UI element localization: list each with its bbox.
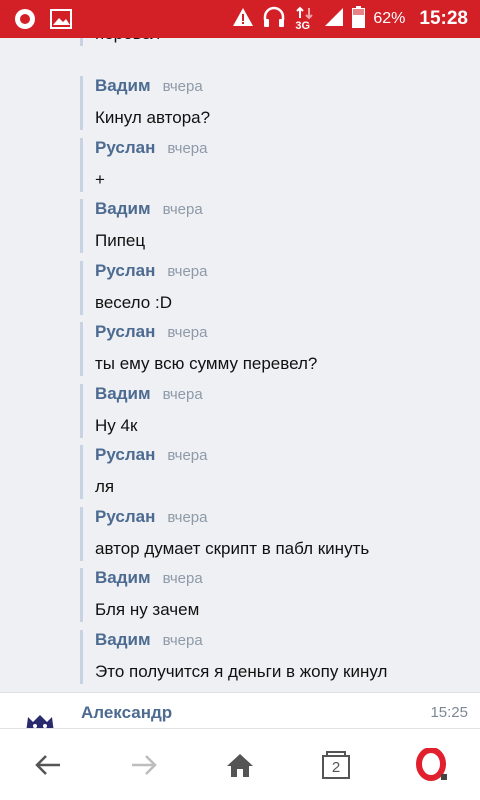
clock: 15:28 xyxy=(419,8,468,29)
chat-message[interactable]: Руслан вчера автор думает скрипт в пабл к… xyxy=(80,507,480,561)
message-time: вчера xyxy=(167,140,208,157)
forward-button[interactable] xyxy=(120,741,168,789)
message-time: вчера xyxy=(162,570,203,587)
tabs-button[interactable]: 2 xyxy=(312,741,360,789)
message-text: перевел xyxy=(95,38,480,46)
chat-message[interactable]: Вадим вчера Кинул автора? xyxy=(80,76,480,130)
chat-message[interactable]: Руслан вчера + xyxy=(80,138,480,192)
message-author[interactable]: Вадим xyxy=(95,630,151,650)
message-author[interactable]: Александр xyxy=(81,703,172,723)
message-text: Пипец xyxy=(95,231,146,250)
network-type-label: 3G xyxy=(295,20,311,32)
chat-message[interactable]: Руслан вчера ты ему всю сумму перевел? xyxy=(80,322,480,376)
headphones-icon xyxy=(262,6,286,33)
arrow-left-icon xyxy=(35,755,60,775)
chat-message[interactable]: Вадим вчера Бля ну зачем xyxy=(80,568,480,622)
opera-menu-button[interactable] xyxy=(408,741,456,789)
browser-nav-bar: 2 xyxy=(0,728,480,800)
tabs-icon: 2 xyxy=(322,751,350,779)
arrow-right-icon xyxy=(132,755,157,775)
opera-logo-icon xyxy=(416,748,447,781)
next-message-header[interactable]: Александр 15:25 xyxy=(0,692,480,728)
back-button[interactable] xyxy=(24,741,72,789)
battery-percent: 62% xyxy=(373,10,406,27)
message-time: вчера xyxy=(167,324,208,341)
message-author[interactable]: Вадим xyxy=(95,76,151,96)
chat-message-partial: перевел xyxy=(80,38,480,46)
message-text: Это получится я деньги в жопу кинул xyxy=(95,662,388,681)
chat-message[interactable]: Вадим вчера Пипец xyxy=(80,199,480,253)
status-right-icons: 3G 62% 15:28 xyxy=(232,0,468,38)
avatar[interactable] xyxy=(22,711,58,728)
message-time: вчера xyxy=(167,263,208,280)
message-author[interactable]: Руслан xyxy=(95,322,155,342)
status-left-icons xyxy=(14,8,72,35)
message-time: вчера xyxy=(167,509,208,526)
message-time: 15:25 xyxy=(430,704,468,721)
message-text: автор думает скрипт в пабл кинуть xyxy=(95,539,370,558)
chat-message[interactable]: Руслан вчера ля xyxy=(80,445,480,499)
message-text: ля xyxy=(95,477,115,496)
record-icon xyxy=(14,8,36,35)
chat-message[interactable]: Руслан вчера весело :D xyxy=(80,261,480,315)
message-text: ты ему всю сумму перевел? xyxy=(95,354,318,373)
message-time: вчера xyxy=(167,447,208,464)
message-time: вчера xyxy=(162,78,203,95)
message-text: Ну 4к xyxy=(95,416,138,435)
home-button[interactable] xyxy=(216,741,264,789)
message-author[interactable]: Руслан xyxy=(95,261,155,281)
status-bar: 3G 62% 15:28 xyxy=(0,0,480,38)
message-time: вчера xyxy=(162,201,203,218)
message-author[interactable]: Вадим xyxy=(95,199,151,219)
message-text: + xyxy=(95,170,105,189)
message-author[interactable]: Вадим xyxy=(95,568,151,588)
home-icon xyxy=(227,754,253,777)
message-author[interactable]: Руслан xyxy=(95,138,155,158)
chat-thread[interactable]: перевел Вадимвчера Кинул автора? Русланв… xyxy=(0,38,480,692)
chat-message[interactable]: Вадим вчера Ну 4к xyxy=(80,384,480,438)
message-author[interactable]: Руслан xyxy=(95,445,155,465)
message-author[interactable]: Руслан xyxy=(95,507,155,527)
battery-icon xyxy=(352,5,366,33)
message-text: Бля ну зачем xyxy=(95,600,200,619)
chat-message[interactable]: Вадим вчера Это получится я деньги в жопу… xyxy=(80,630,480,684)
warning-icon xyxy=(232,7,254,32)
signal-icon xyxy=(324,7,344,32)
message-text: Кинул автора? xyxy=(95,108,211,127)
image-icon xyxy=(50,8,72,35)
message-time: вчера xyxy=(162,632,203,649)
message-text: весело :D xyxy=(95,293,172,312)
network-3g-icon: 3G xyxy=(294,6,316,32)
message-time: вчера xyxy=(162,386,203,403)
tabs-count: 2 xyxy=(322,755,350,779)
message-author[interactable]: Вадим xyxy=(95,384,151,404)
